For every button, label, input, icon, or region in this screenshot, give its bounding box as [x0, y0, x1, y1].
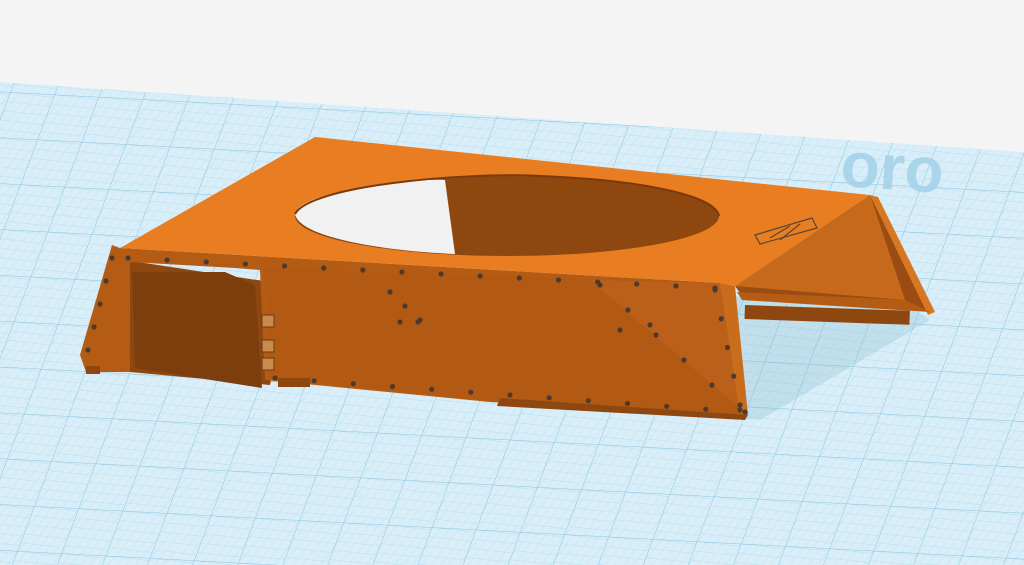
- rivet: [438, 271, 444, 277]
- rivet: [109, 255, 115, 261]
- rivet: [397, 319, 403, 325]
- rivet: [399, 269, 405, 275]
- rivet: [516, 275, 522, 281]
- rivet: [242, 261, 248, 267]
- scene-canvas[interactable]: oro: [0, 0, 1024, 565]
- rivet: [597, 282, 603, 288]
- rivet: [311, 378, 317, 384]
- rivet: [477, 273, 483, 279]
- rivet: [647, 322, 653, 328]
- foot-left: [278, 378, 310, 387]
- rivet: [718, 316, 724, 322]
- rivet: [634, 281, 640, 287]
- rivet: [724, 344, 731, 351]
- rivet: [731, 373, 737, 379]
- rivet: [664, 403, 670, 409]
- rivet: [350, 381, 356, 387]
- door-hinges: [261, 314, 275, 371]
- rivet: [712, 287, 718, 293]
- rivet: [360, 267, 366, 273]
- rivet: [85, 347, 91, 353]
- rivet: [737, 402, 743, 408]
- rivet: [709, 382, 715, 388]
- rivet: [546, 395, 552, 401]
- rivet: [321, 265, 327, 271]
- rivet: [737, 407, 743, 413]
- foot-far-left: [86, 366, 100, 374]
- rivet: [91, 324, 97, 330]
- rivet: [468, 389, 474, 395]
- rivet: [673, 283, 679, 289]
- rivet: [164, 257, 170, 263]
- rivet: [653, 332, 659, 338]
- rivet: [387, 289, 393, 295]
- rivet: [507, 392, 513, 398]
- rivet: [585, 398, 591, 404]
- rivet: [742, 409, 748, 415]
- rivet: [625, 307, 631, 313]
- 3d-viewport[interactable]: oro: [0, 0, 1024, 565]
- rivet: [617, 327, 623, 333]
- rivet: [703, 406, 709, 412]
- rivet: [681, 357, 687, 363]
- rivet: [415, 319, 421, 325]
- rivet: [402, 303, 408, 309]
- rivet: [389, 383, 396, 390]
- rivet: [103, 278, 109, 284]
- rivet: [97, 301, 103, 307]
- rivet: [125, 255, 131, 261]
- rivet: [624, 400, 631, 407]
- rivet: [555, 277, 562, 283]
- rivet: [281, 263, 288, 269]
- rivet: [429, 386, 435, 392]
- rivet: [203, 259, 209, 265]
- rivet: [272, 375, 278, 381]
